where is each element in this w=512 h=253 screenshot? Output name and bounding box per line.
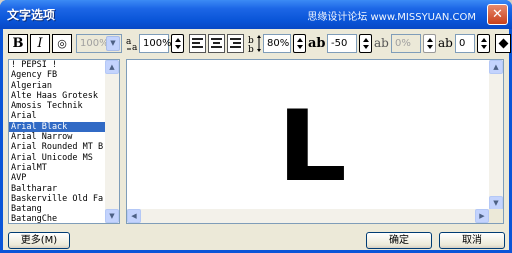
preview-text: L	[277, 90, 347, 204]
align-right-button[interactable]	[227, 34, 244, 53]
align-center-button[interactable]	[208, 34, 225, 53]
letter-spacing-value: -50	[331, 38, 348, 49]
color-button[interactable]	[495, 34, 511, 53]
width-scale-value: 100%	[143, 38, 172, 49]
font-list-item[interactable]: Algerian	[9, 81, 105, 91]
preview-horizontal-scrollbar[interactable]: ◀ ▶	[127, 209, 489, 223]
chevron-down-icon[interactable]: ▼	[106, 36, 120, 51]
baseline-shift-icon: ab	[438, 36, 453, 50]
baseline-shift-stepper[interactable]	[477, 34, 490, 53]
cancel-button[interactable]: 取消	[439, 232, 505, 249]
font-list-item[interactable]: Alte Haas Grotesk	[9, 91, 105, 101]
font-list-item[interactable]: AVP	[9, 173, 105, 183]
kerning-stepper[interactable]	[423, 34, 436, 53]
letter-spacing-field[interactable]: -50	[327, 34, 357, 53]
letter-spacing-icon: ab	[308, 36, 326, 51]
font-list-item[interactable]: Arial Narrow	[9, 132, 105, 142]
kerning-field[interactable]: 0%	[391, 34, 421, 53]
align-left-button[interactable]	[189, 34, 206, 53]
watermark-text: 思缘设计论坛 www.MISSYUAN.COM	[307, 12, 476, 23]
kerning-value: 0%	[395, 38, 411, 49]
scrollbar-corner	[489, 209, 503, 223]
preview-scroll-left-button[interactable]: ◀	[127, 209, 141, 223]
preview-scroll-right-button[interactable]: ▶	[475, 209, 489, 223]
dialog-window: 文字选项 思缘设计论坛 www.MISSYUAN.COM ✕ B I ◎ 100…	[0, 0, 512, 253]
preview-scroll-up-button[interactable]: ▲	[489, 60, 503, 74]
font-list-item[interactable]: Arial Rounded MT B	[9, 142, 105, 152]
letter-spacing-stepper[interactable]	[359, 34, 372, 53]
width-scale-field[interactable]: 100%	[139, 34, 172, 53]
scroll-down-button[interactable]: ▼	[105, 209, 119, 223]
kerning-icon: ab	[374, 36, 389, 50]
preview-scroll-down-button[interactable]: ▼	[489, 196, 503, 210]
font-list-item[interactable]: Baskerville Old Fa	[9, 194, 105, 204]
size-select[interactable]: 100% ▼	[76, 34, 122, 53]
height-scale-icon: bb	[248, 34, 264, 55]
preview-vertical-scrollbar[interactable]: ▲ ▼	[489, 60, 503, 210]
bold-button[interactable]: B	[8, 34, 28, 53]
window-title: 文字选项	[7, 8, 56, 22]
font-list-item[interactable]: Agency FB	[9, 70, 105, 80]
font-list-item[interactable]: ! PEPSI !	[9, 60, 105, 70]
width-scale-stepper[interactable]	[171, 34, 184, 53]
font-list-item[interactable]: Baltharar	[9, 184, 105, 194]
height-scale-stepper[interactable]	[293, 34, 306, 53]
ok-button[interactable]: 确定	[366, 232, 432, 249]
more-button[interactable]: 更多(M)	[8, 232, 70, 249]
format-toolbar: B I ◎ 100% ▼ aa 100% b b 80% ab -50 ab 0…	[8, 34, 511, 55]
font-list-item[interactable]: BatangChe	[9, 214, 105, 223]
height-scale-value: 80%	[267, 38, 290, 49]
title-bar[interactable]: 文字选项 思缘设计论坛 www.MISSYUAN.COM ✕	[0, 0, 512, 29]
font-list-scrollbar[interactable]: ▲ ▼	[105, 60, 119, 223]
scroll-up-button[interactable]: ▲	[105, 60, 119, 74]
svg-text:a: a	[132, 43, 138, 53]
font-list-item[interactable]: Batang	[9, 204, 105, 214]
outline-button[interactable]: ◎	[52, 34, 72, 53]
height-scale-field[interactable]: 80%	[263, 34, 291, 53]
font-list-item[interactable]: Arial Black	[9, 121, 105, 133]
font-list-item[interactable]: Amosis Technik	[9, 101, 105, 111]
font-list-item[interactable]: ArialMT	[9, 163, 105, 173]
size-select-value: 100%	[80, 38, 109, 49]
font-list-items: ! PEPSI ! Agency FB Algerian Alte Haas Grot…	[9, 60, 119, 223]
font-list-item[interactable]: Arial	[9, 111, 105, 121]
diamond-icon	[498, 38, 509, 49]
font-list-item[interactable]: Arial Unicode MS	[9, 153, 105, 163]
svg-text:b: b	[248, 45, 254, 53]
dialog-body: B I ◎ 100% ▼ aa 100% b b 80% ab -50 ab 0…	[3, 29, 511, 250]
close-button[interactable]: ✕	[487, 4, 508, 25]
italic-button[interactable]: I	[30, 34, 50, 53]
baseline-shift-value: 0	[459, 38, 466, 49]
font-list[interactable]: ! PEPSI ! Agency FB Algerian Alte Haas Grot…	[8, 59, 120, 224]
preview-pane: L ▲ ▼ ◀ ▶	[126, 59, 504, 224]
width-scale-icon: aa	[126, 34, 140, 53]
baseline-shift-field[interactable]: 0	[455, 34, 475, 53]
